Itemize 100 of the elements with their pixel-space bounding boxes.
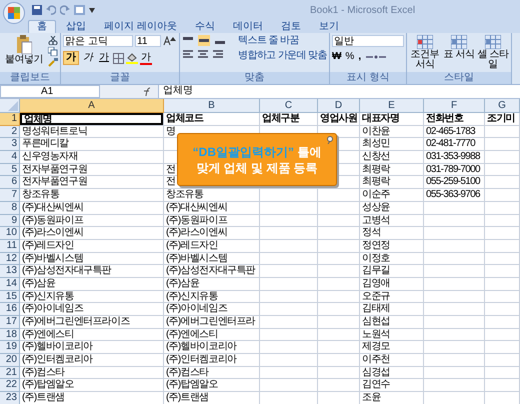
row-header[interactable]: 8 <box>0 202 20 214</box>
font-name-dropdown[interactable]: 맑은 고딕 <box>63 35 133 47</box>
table-cell[interactable]: (주)바벨시스템 <box>20 252 164 266</box>
redo-icon[interactable] <box>60 5 70 15</box>
table-cell[interactable]: 031-789-7000 <box>424 164 485 176</box>
save-icon[interactable] <box>32 5 42 15</box>
ribbon-tab[interactable]: 데이터 <box>224 21 271 33</box>
row-header[interactable]: 14 <box>0 278 20 291</box>
dropdown-arrow-icon[interactable] <box>89 8 95 12</box>
row-header[interactable]: 10 <box>0 227 20 240</box>
style-button[interactable]: 표 서식 <box>442 35 475 70</box>
column-header[interactable]: B <box>164 99 260 113</box>
table-cell[interactable]: 심현섭 <box>360 316 424 329</box>
table-cell[interactable]: 전자부품연구원 <box>20 176 164 190</box>
table-cell[interactable]: (주)삼윤 <box>20 278 164 291</box>
empty-cell[interactable] <box>260 214 318 228</box>
empty-cell[interactable] <box>424 341 485 354</box>
comma-button[interactable]: , <box>358 51 362 63</box>
brush-icon[interactable] <box>48 58 58 67</box>
empty-cell[interactable] <box>318 341 360 354</box>
table-cell[interactable]: 오준규 <box>360 290 424 304</box>
column-header[interactable]: F <box>424 99 485 113</box>
empty-cell[interactable] <box>318 278 360 291</box>
merge-center-button[interactable]: 병합하고 가운데 맞춤 <box>238 50 327 62</box>
table-cell[interactable]: 02-465-1783 <box>424 126 485 138</box>
table-cell[interactable]: 정석 <box>360 227 424 240</box>
table-cell[interactable]: 업체구분 <box>260 113 318 126</box>
empty-cell[interactable] <box>424 214 485 228</box>
function-icon[interactable] <box>142 86 152 96</box>
row-header[interactable]: 9 <box>0 214 20 228</box>
empty-cell[interactable] <box>318 214 360 228</box>
table-cell[interactable]: (주)삼성전자대구특판 <box>164 265 260 278</box>
column-header[interactable]: G <box>485 99 520 113</box>
empty-cell[interactable] <box>260 290 318 304</box>
formula-field[interactable]: 업체명 <box>158 85 520 98</box>
row-header[interactable]: 19 <box>0 341 20 354</box>
empty-cell[interactable] <box>485 164 520 176</box>
empty-cell[interactable] <box>424 202 485 214</box>
empty-cell[interactable] <box>318 366 360 380</box>
table-cell[interactable]: 창조유통 <box>20 189 164 202</box>
empty-cell[interactable] <box>424 227 485 240</box>
table-cell[interactable]: (주)삼성전자대구특판 <box>20 265 164 278</box>
empty-cell[interactable] <box>260 265 318 278</box>
table-cell[interactable]: 031-353-9988 <box>424 151 485 164</box>
fill-color-icon[interactable] <box>126 52 138 64</box>
borders-icon[interactable] <box>113 52 124 64</box>
table-cell[interactable]: 노원석 <box>360 328 424 342</box>
ribbon-tab[interactable]: 수식 <box>186 21 223 33</box>
italic-button[interactable]: 가 <box>81 52 95 64</box>
column-header[interactable]: C <box>260 99 318 113</box>
empty-cell[interactable] <box>424 328 485 342</box>
empty-cell[interactable] <box>424 290 485 304</box>
row-header[interactable]: 22 <box>0 379 20 392</box>
empty-cell[interactable] <box>485 265 520 278</box>
scissors-icon[interactable] <box>48 36 58 45</box>
empty-cell[interactable] <box>260 240 318 253</box>
percent-button[interactable]: % <box>345 51 354 63</box>
empty-cell[interactable] <box>260 227 318 240</box>
paste-button[interactable]: 붙여넣기 <box>2 35 46 67</box>
empty-cell[interactable] <box>424 265 485 278</box>
empty-cell[interactable] <box>485 278 520 291</box>
style-button[interactable]: 셀 스타일 <box>476 35 509 70</box>
table-cell[interactable]: 055-363-9706 <box>424 189 485 202</box>
column-header[interactable]: A <box>20 99 164 113</box>
empty-cell[interactable] <box>318 379 360 392</box>
table-cell[interactable]: 최평락 <box>360 176 424 190</box>
empty-cell[interactable] <box>485 176 520 190</box>
empty-cell[interactable] <box>424 303 485 316</box>
table-cell[interactable]: (주)헬바이코리아 <box>20 341 164 354</box>
empty-cell[interactable] <box>424 278 485 291</box>
row-header[interactable]: 17 <box>0 316 20 329</box>
empty-cell[interactable] <box>485 316 520 329</box>
underline-button[interactable]: 가 <box>97 52 111 64</box>
column-header[interactable]: E <box>360 99 424 113</box>
row-header[interactable]: 2 <box>0 126 20 138</box>
table-cell[interactable]: (주)라스이엔씨 <box>164 227 260 240</box>
table-cell[interactable]: 전화번호 <box>424 113 485 126</box>
table-cell[interactable]: (주)에버그린엔터프라 <box>164 316 260 329</box>
row-header[interactable]: 23 <box>0 392 20 404</box>
table-cell[interactable]: 이순주 <box>360 189 424 202</box>
ribbon-tab[interactable]: 홈 <box>28 20 56 33</box>
number-format-dropdown[interactable]: 일반 <box>332 35 404 47</box>
wrap-text-button[interactable]: 텍스트 줄 바꿈 <box>238 35 327 47</box>
empty-cell[interactable] <box>485 189 520 202</box>
row-header[interactable]: 4 <box>0 151 20 164</box>
row-header[interactable]: 7 <box>0 189 20 202</box>
empty-cell[interactable] <box>485 290 520 304</box>
row-header[interactable]: 11 <box>0 240 20 253</box>
empty-cell[interactable] <box>318 189 360 202</box>
empty-cell[interactable] <box>318 316 360 329</box>
table-cell[interactable]: (주)트랜샘 <box>20 392 164 404</box>
table-cell[interactable]: (주)트랜샘 <box>164 392 260 404</box>
column-header[interactable]: D <box>318 99 360 113</box>
table-cell[interactable]: 02-481-7770 <box>424 138 485 152</box>
empty-cell[interactable] <box>318 328 360 342</box>
empty-cell[interactable] <box>485 138 520 152</box>
table-cell[interactable]: 최평락 <box>360 164 424 176</box>
font-color-button[interactable]: 가 <box>140 52 152 64</box>
empty-cell[interactable] <box>485 303 520 316</box>
table-cell[interactable]: (주)컴스타 <box>20 366 164 380</box>
